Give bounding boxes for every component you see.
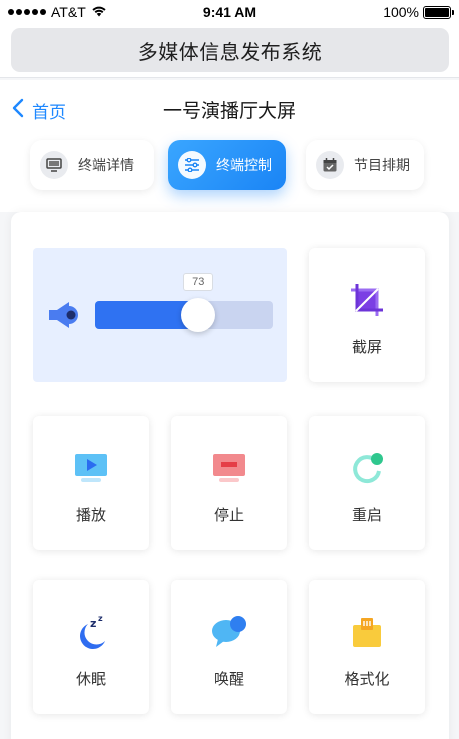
page-title: 一号演播厅大屏 <box>162 100 296 122</box>
calendar-icon <box>316 151 344 179</box>
status-bar: AT&T 9:41 AM 100% <box>0 0 459 24</box>
volume-handle[interactable] <box>181 298 216 332</box>
stop-button[interactable]: 停止 <box>171 416 287 550</box>
sleep-button[interactable]: zz 休眠 <box>33 580 149 714</box>
sleep-icon: zz <box>71 612 111 652</box>
stop-icon <box>209 448 249 488</box>
app-header: 多媒体信息发布系统 <box>0 24 459 78</box>
monitor-icon <box>40 151 68 179</box>
tab-label: 终端详情 <box>78 158 134 174</box>
app-title: 多媒体信息发布系统 <box>11 28 449 72</box>
control-panel: 73 截屏 播放 停止 重启 zz 休眠 唤醒 格式化 <box>11 212 449 739</box>
control-label: 停止 <box>213 506 244 524</box>
tab-program-schedule[interactable]: 节目排期 <box>306 140 424 190</box>
crop-icon <box>347 280 387 320</box>
restart-button[interactable]: 重启 <box>309 416 425 550</box>
play-icon <box>71 448 111 488</box>
screenshot-button[interactable]: 截屏 <box>309 248 425 382</box>
battery-status: 100% <box>383 4 454 20</box>
play-button[interactable]: 播放 <box>33 416 149 550</box>
svg-text:z: z <box>98 614 103 623</box>
tab-label: 节目排期 <box>354 158 410 174</box>
volume-value: 73 <box>183 273 214 291</box>
control-label: 重启 <box>351 506 382 524</box>
tab-bar: 终端详情 终端控制 节目排期 <box>0 140 459 212</box>
volume-slider[interactable]: 73 <box>95 273 273 332</box>
tab-terminal-control[interactable]: 终端控制 <box>168 140 286 190</box>
control-label: 唤醒 <box>213 670 244 688</box>
svg-text:z: z <box>90 617 96 630</box>
nav-bar: 首页 一号演播厅大屏 <box>0 80 459 140</box>
format-icon <box>347 612 387 652</box>
battery-icon <box>423 5 454 19</box>
battery-percent: 100% <box>383 4 419 20</box>
speaker-icon[interactable] <box>47 300 83 334</box>
sliders-icon <box>178 151 206 179</box>
control-label: 休眠 <box>75 670 106 688</box>
format-button[interactable]: 格式化 <box>309 580 425 714</box>
volume-control: 73 <box>33 248 287 382</box>
control-label: 截屏 <box>351 338 382 356</box>
restart-icon <box>347 448 387 488</box>
tab-terminal-details[interactable]: 终端详情 <box>30 140 154 190</box>
wake-button[interactable]: 唤醒 <box>171 580 287 714</box>
wake-icon <box>209 612 249 652</box>
control-label: 播放 <box>75 506 106 524</box>
tab-label: 终端控制 <box>216 158 272 174</box>
control-label: 格式化 <box>344 670 390 688</box>
